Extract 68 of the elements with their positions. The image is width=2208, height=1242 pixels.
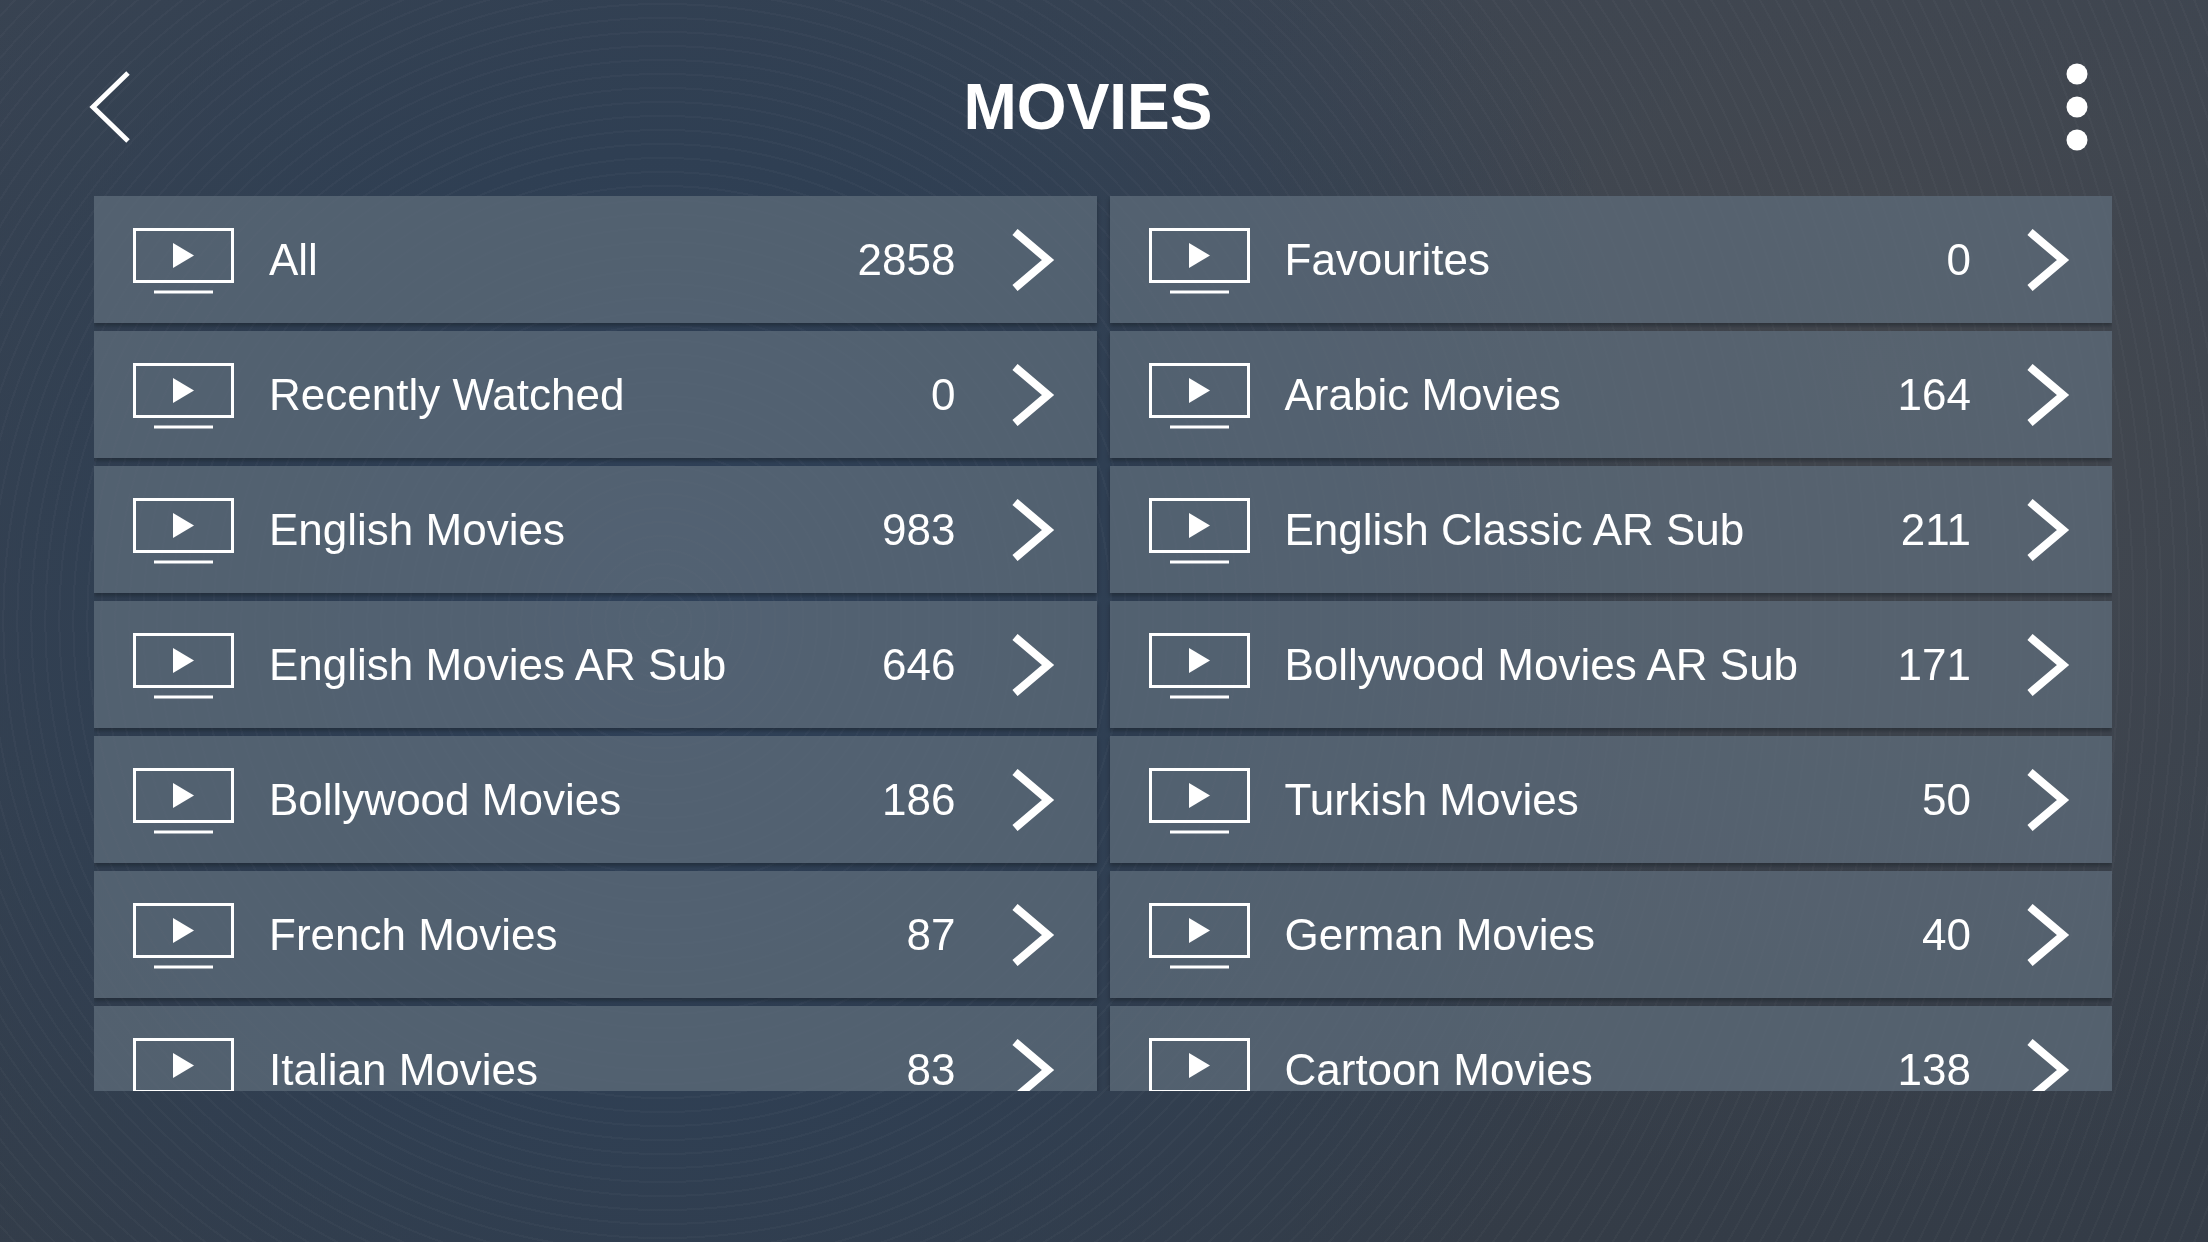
category-count: 83 <box>906 1044 956 1091</box>
category-count: 983 <box>882 504 956 555</box>
tv-play-icon <box>1148 767 1250 834</box>
category-row[interactable]: Cartoon Movies 138 <box>1109 1006 2112 1091</box>
category-count: 646 <box>882 639 956 690</box>
tv-play-icon <box>133 1037 234 1091</box>
category-count: 40 <box>1922 909 1971 960</box>
category-name: Favourites <box>1284 234 1491 285</box>
category-row[interactable]: English Movies AR Sub 646 <box>94 601 1097 728</box>
tv-play-icon <box>133 902 234 969</box>
category-name: Turkish Movies <box>1284 774 1580 825</box>
category-count: 138 <box>1897 1044 1971 1091</box>
screen-title: MOVIES <box>963 75 1213 139</box>
chevron-right-icon <box>2025 1038 2071 1091</box>
category-count: 0 <box>931 369 956 420</box>
category-name: English Movies <box>269 504 566 555</box>
category-count: 50 <box>1922 774 1971 825</box>
category-count: 171 <box>1897 639 1971 690</box>
tv-play-icon <box>1148 1037 1250 1091</box>
category-row[interactable]: English Movies 983 <box>94 466 1097 593</box>
category-row[interactable]: English Classic AR Sub 211 <box>1109 466 2112 593</box>
chevron-right-icon <box>2025 903 2071 966</box>
category-row[interactable]: Favourites 0 <box>1109 196 2112 323</box>
category-row[interactable]: Recently Watched 0 <box>94 331 1097 458</box>
tv-play-icon <box>1148 902 1250 969</box>
tv-play-icon <box>133 632 234 699</box>
category-name: English Classic AR Sub <box>1284 504 1746 555</box>
tv-play-icon <box>133 362 234 429</box>
tv-play-icon <box>1148 362 1250 429</box>
category-name: German Movies <box>1284 909 1597 960</box>
tv-play-icon <box>1148 497 1250 564</box>
chevron-left-icon <box>88 70 132 144</box>
category-count: 164 <box>1897 369 1971 420</box>
category-count: 186 <box>882 774 956 825</box>
vertical-dots-icon <box>2066 63 2088 151</box>
chevron-right-icon <box>2025 498 2071 561</box>
back-button[interactable] <box>88 70 132 144</box>
category-row[interactable]: Bollywood Movies 186 <box>94 736 1097 863</box>
category-name: Recently Watched <box>269 369 626 420</box>
tv-play-icon <box>1148 632 1250 699</box>
tv-play-icon <box>1148 227 1250 294</box>
category-name: English Movies AR Sub <box>269 639 728 690</box>
category-name: Italian Movies <box>269 1044 539 1091</box>
category-row[interactable]: Bollywood Movies AR Sub 171 <box>1109 601 2112 728</box>
category-name: Arabic Movies <box>1284 369 1562 420</box>
category-count: 211 <box>1900 504 1971 555</box>
category-row[interactable]: Italian Movies 83 <box>94 1006 1097 1091</box>
category-count: 2858 <box>857 234 956 285</box>
category-count: 87 <box>906 909 956 960</box>
category-row[interactable]: French Movies 87 <box>94 871 1097 998</box>
chevron-right-icon <box>2025 363 2071 426</box>
category-row[interactable]: All 2858 <box>94 196 1097 323</box>
chevron-right-icon <box>2025 768 2071 831</box>
category-name: Cartoon Movies <box>1284 1044 1594 1091</box>
tv-play-icon <box>133 227 234 294</box>
chevron-right-icon <box>2025 633 2071 696</box>
category-name: Bollywood Movies AR Sub <box>1284 639 1800 690</box>
tv-play-icon <box>133 497 234 564</box>
more-options-button[interactable] <box>2066 63 2088 151</box>
category-name: All <box>269 234 319 285</box>
category-row[interactable]: German Movies 40 <box>1109 871 2112 998</box>
tv-play-icon <box>133 767 234 834</box>
chevron-right-icon <box>2025 228 2071 291</box>
category-count: 0 <box>1946 234 1971 285</box>
category-row[interactable]: Turkish Movies 50 <box>1109 736 2112 863</box>
category-name: Bollywood Movies <box>269 774 623 825</box>
category-row[interactable]: Arabic Movies 164 <box>1109 331 2112 458</box>
category-name: French Movies <box>269 909 559 960</box>
